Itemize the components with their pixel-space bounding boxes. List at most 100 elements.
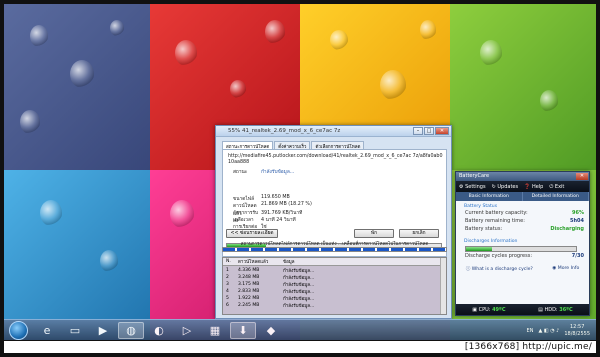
table-cell: 2.245 MB <box>238 302 260 308</box>
minimize-button[interactable]: – <box>413 127 423 135</box>
cycles-row: Discharge cycles progress: 7/30 <box>456 252 589 260</box>
connections-table: N. ดาวน์โหลดแล้ว ข้อมูล 1 4.336 MB กำลัง… <box>222 257 447 315</box>
tab-basic-information[interactable]: Basic Information <box>456 192 523 201</box>
batterycare-titlebar[interactable]: BatteryCare ✕ <box>456 172 589 181</box>
table-row[interactable]: 1 4.336 MB กำลังรับข้อมูล... <box>223 267 446 274</box>
media-player-icon[interactable]: ▶ <box>90 322 116 339</box>
table-cell: 6 <box>226 302 229 308</box>
menu-label: Exit <box>554 183 565 190</box>
water-drop <box>230 80 246 98</box>
battery-status-value: Discharging <box>550 226 584 232</box>
water-drop <box>40 200 62 226</box>
hide-details-button[interactable]: << ซ่อนรายละเอียด <box>226 229 278 238</box>
tray-icons[interactable]: ▲ ◧ ◔ ♪ <box>538 328 559 334</box>
close-button[interactable]: ✕ <box>435 127 449 135</box>
table-row[interactable]: 5 1.922 MB กำลังรับข้อมูล... <box>223 295 446 302</box>
app-icon[interactable]: ▦ <box>202 322 228 339</box>
question-icon: ⓘ <box>465 267 471 272</box>
capacity-label: Current battery capacity: <box>465 210 528 216</box>
table-scrollbar[interactable] <box>440 258 446 314</box>
table-cell: 4 <box>226 288 229 294</box>
cpu-value: 49ºC <box>492 306 506 313</box>
download-manager-icon[interactable]: ⬇ <box>230 322 256 339</box>
folder-icon[interactable]: ▭ <box>62 322 88 339</box>
ie-icon[interactable]: e <box>34 322 60 339</box>
water-drop <box>70 60 94 88</box>
battery-status-label: Battery status: <box>465 226 503 232</box>
table-cell: กำลังรับข้อมูล... <box>283 282 315 288</box>
batterycare-window[interactable]: BatteryCare ✕ ⚙ Settings ↻ Updates ❓ Hel… <box>455 171 590 316</box>
water-drop <box>420 20 436 40</box>
watermark: [1366x768] http://upic.me/ <box>464 342 592 352</box>
app-icon[interactable]: ▷ <box>174 322 200 339</box>
cancel-button[interactable]: ยกเลิก <box>399 229 439 238</box>
water-drop <box>330 30 348 50</box>
remaining-row: Battery remaining time: 5h04 <box>456 217 589 225</box>
column-header[interactable]: ข้อมูล <box>280 258 446 265</box>
clock[interactable]: 12:57 18/8/2555 <box>564 324 590 338</box>
table-row[interactable]: 6 2.245 MB กำลังรับข้อมูล... <box>223 302 446 309</box>
start-button[interactable] <box>9 321 28 340</box>
app-icon[interactable]: ◆ <box>258 322 284 339</box>
settings-menu-item[interactable]: ⚙ Settings <box>459 184 486 190</box>
table-cell: กำลังรับข้อมูล... <box>283 303 315 309</box>
system-tray: EN ▲ ◧ ◔ ♪ 12:57 18/8/2555 <box>527 320 590 341</box>
batterycare-close-button[interactable]: ✕ <box>576 173 588 180</box>
chrome-icon[interactable]: ◍ <box>118 322 144 339</box>
cycles-value: 7/30 <box>571 253 584 259</box>
table-cell: กำลังรับข้อมูล... <box>283 275 315 281</box>
water-drop <box>30 25 48 47</box>
download-window-title: 55% 41_realtek_2.69_mod_x_6_ce7ac 7z <box>228 128 341 134</box>
table-cell: 2.833 MB <box>238 288 260 294</box>
hdd-value: 36ºC <box>559 306 573 313</box>
water-drop <box>110 20 124 36</box>
cycles-label: Discharge cycles progress: <box>465 253 533 259</box>
pause-button[interactable]: พัก <box>354 229 394 238</box>
cpu-label: CPU: <box>478 306 491 313</box>
download-window[interactable]: 55% 41_realtek_2.69_mod_x_6_ce7ac 7z – □… <box>215 125 452 319</box>
table-row[interactable]: 2 3.248 MB กำลังรับข้อมูล... <box>223 274 446 281</box>
table-cell: 4.336 MB <box>238 267 260 273</box>
exit-menu-item[interactable]: ⏻ Exit <box>549 184 564 190</box>
download-url: http://mediafire45.putlocker.com/downloa… <box>228 154 443 165</box>
status-value: กำลังรับข้อมูล... <box>261 170 295 175</box>
clock-date: 18/8/2555 <box>564 330 590 337</box>
water-drop <box>170 200 194 228</box>
capacity-row: Current battery capacity: 96% <box>456 209 589 217</box>
table-cell: 3.175 MB <box>238 281 260 287</box>
language-indicator[interactable]: EN <box>527 328 534 334</box>
segments-label: สถานการดาวน์โหลดไฟล์การดาวน์โหลด เป็นแท่… <box>240 242 429 247</box>
discharge-cycle-link[interactable]: ⓘ What is a discharge cycle? <box>466 266 533 272</box>
water-drop <box>480 40 502 66</box>
app-icon[interactable]: ◐ <box>146 322 172 339</box>
tab-detailed-information[interactable]: Detailed Information <box>523 192 589 201</box>
menu-label: Help <box>531 183 544 190</box>
hdd-label: HDD: <box>544 306 558 313</box>
table-cell: 1 <box>226 267 229 273</box>
table-row[interactable]: 4 2.833 MB กำลังรับข้อมูล... <box>223 288 446 295</box>
table-cell: 3 <box>226 281 229 287</box>
link-label: What is a discharge cycle? <box>471 267 533 272</box>
download-window-titlebar[interactable]: 55% 41_realtek_2.69_mod_x_6_ce7ac 7z – □… <box>216 126 451 137</box>
battery-status-heading: Battery Status <box>464 204 498 209</box>
cpu-temp: ▣ CPU: 49ºC <box>472 307 505 313</box>
taskbar: e ▭ ▶ ◍ ◐ ▷ ▦ ⬇ ◆ EN ▲ ◧ ◔ ♪ 12:57 18/8/… <box>4 319 596 340</box>
updates-menu-item[interactable]: ↻ Updates <box>492 184 519 190</box>
table-row[interactable]: 3 3.175 MB กำลังรับข้อมูล... <box>223 281 446 288</box>
column-header[interactable]: ดาวน์โหลดแล้ว <box>235 258 280 265</box>
help-icon: ❓ <box>524 183 531 190</box>
column-header[interactable]: N. <box>223 259 235 264</box>
power-icon: ⏻ <box>549 183 554 190</box>
discharges-heading: Discharges Information <box>464 239 518 244</box>
table-cell: กำลังรับข้อมูล... <box>283 296 315 302</box>
menu-label: Settings <box>465 183 486 190</box>
refresh-icon: ↻ <box>491 183 496 190</box>
disk-icon: ▤ <box>538 306 543 313</box>
maximize-button[interactable]: □ <box>424 127 434 135</box>
help-menu-item[interactable]: ❓ Help <box>524 184 543 190</box>
menu-label: Updates <box>497 183 519 190</box>
water-drop <box>540 90 558 112</box>
link-label: More Info <box>557 266 580 271</box>
more-info-link[interactable]: ◉ More Info <box>552 266 579 272</box>
table-cell: 5 <box>226 295 229 301</box>
